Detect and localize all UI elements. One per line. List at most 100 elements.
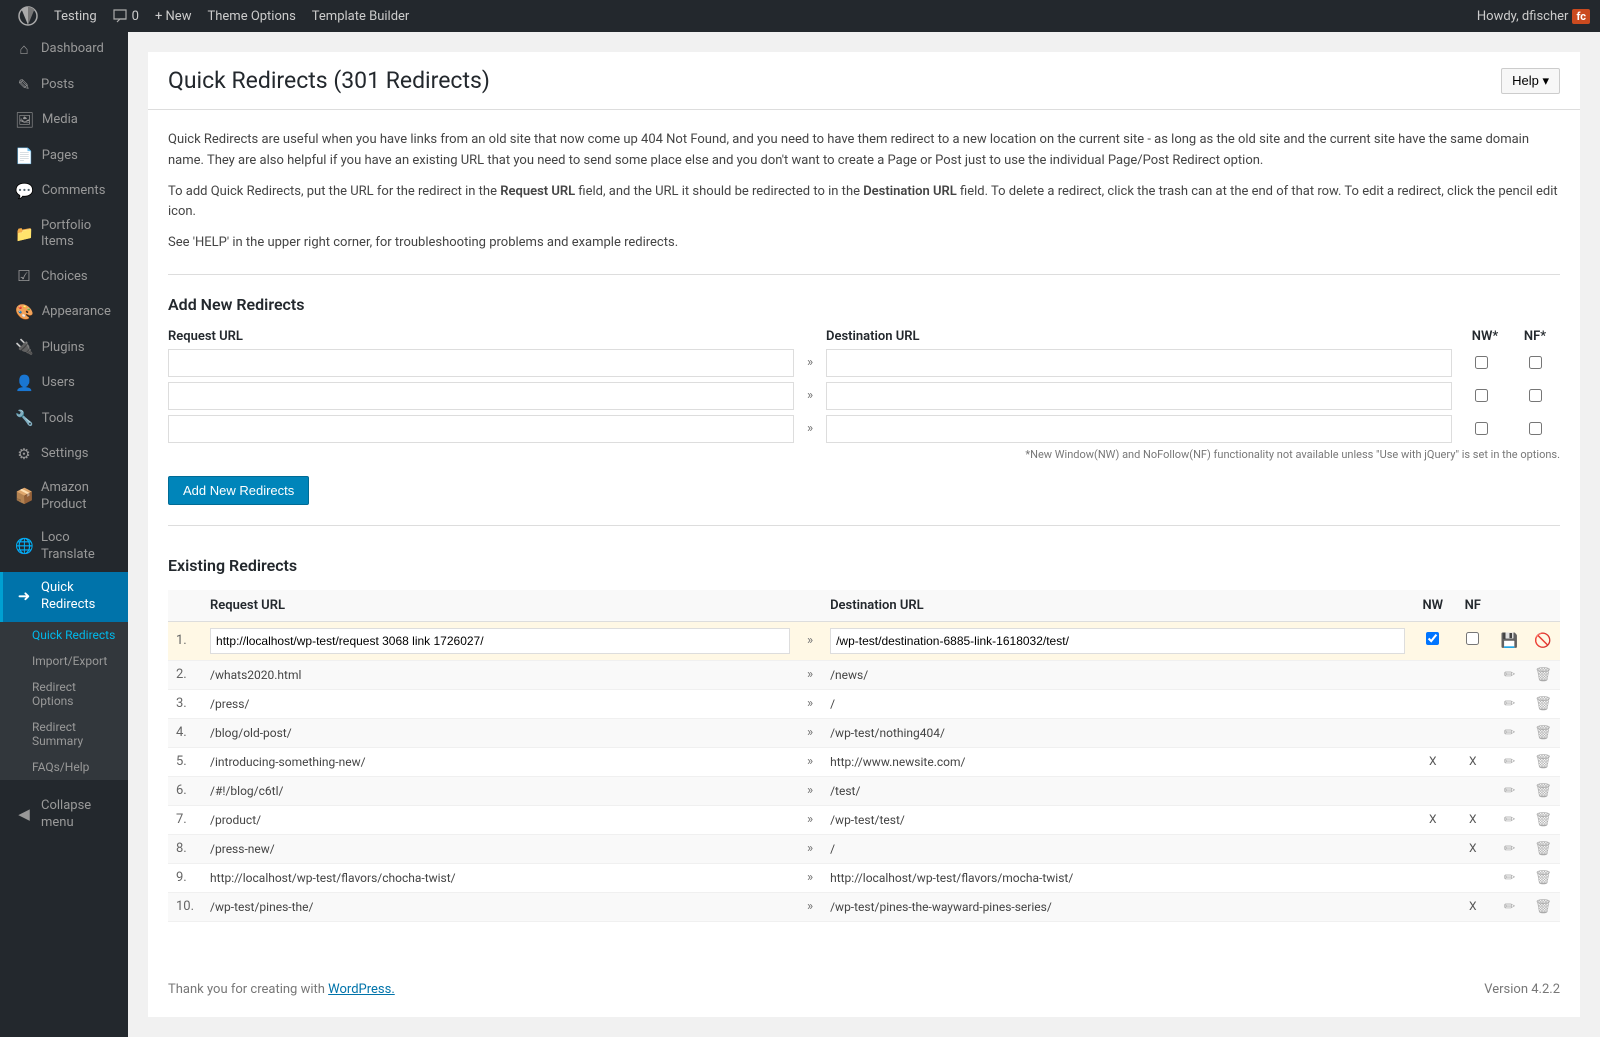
delete-cell[interactable]: 🗑 xyxy=(1526,776,1560,805)
edit-icon[interactable]: ✏ xyxy=(1504,754,1516,770)
dest-cell[interactable] xyxy=(822,621,1413,660)
fc-badge: fc xyxy=(1572,9,1590,24)
cancel-icon[interactable]: 🚫 xyxy=(1534,633,1551,649)
sidebar-item-appearance[interactable]: 🎨 Appearance xyxy=(0,295,128,331)
sidebar-item-choices[interactable]: ☑ Choices xyxy=(0,259,128,295)
new-content[interactable]: + New xyxy=(147,9,200,24)
edit-cell[interactable]: ✏ xyxy=(1493,834,1526,863)
nf-edit-checkbox[interactable] xyxy=(1466,632,1479,645)
edit-icon[interactable]: ✏ xyxy=(1504,841,1516,857)
delete-cell[interactable]: 🗑 xyxy=(1526,747,1560,776)
comment-count[interactable]: 0 xyxy=(105,9,147,24)
sidebar-item-portfolio-items[interactable]: 📁 Portfolio Items xyxy=(0,210,128,260)
save-icon[interactable]: 💾 xyxy=(1501,633,1518,649)
request-url-input-3[interactable] xyxy=(168,415,794,443)
delete-icon[interactable]: 🗑 xyxy=(1534,667,1552,683)
nw-checkbox-3[interactable] xyxy=(1475,422,1488,435)
edit-icon[interactable]: ✏ xyxy=(1504,870,1516,886)
nf-checkbox-2[interactable] xyxy=(1529,389,1542,402)
arrow-cell: » xyxy=(798,747,822,776)
sidebar-item-posts[interactable]: ✎ Posts xyxy=(0,68,128,104)
request-url-input-1[interactable] xyxy=(168,349,794,377)
cancel-cell[interactable]: 🚫 xyxy=(1526,621,1560,660)
sidebar-item-tools[interactable]: 🔧 Tools xyxy=(0,401,128,437)
row-num: 7. xyxy=(168,805,202,834)
edit-icon[interactable]: ✏ xyxy=(1504,899,1516,915)
edit-icon[interactable]: ✏ xyxy=(1504,725,1516,741)
delete-icon[interactable]: 🗑 xyxy=(1534,725,1552,741)
add-new-redirects-button[interactable]: Add New Redirects xyxy=(168,476,309,505)
site-name[interactable]: Testing xyxy=(46,9,105,24)
delete-icon[interactable]: 🗑 xyxy=(1534,812,1552,828)
delete-icon[interactable]: 🗑 xyxy=(1534,754,1552,770)
dest-cell: http://localhost/wp-test/flavors/mocha-t… xyxy=(822,863,1413,892)
submenu-redirect-summary[interactable]: Redirect Summary xyxy=(0,714,128,754)
edit-icon[interactable]: ✏ xyxy=(1504,696,1516,712)
delete-cell[interactable]: 🗑 xyxy=(1526,718,1560,747)
template-builder[interactable]: Template Builder xyxy=(304,9,418,24)
edit-icon[interactable]: ✏ xyxy=(1504,783,1516,799)
nw-checkbox-1[interactable] xyxy=(1475,356,1488,369)
submenu-faqs-help[interactable]: FAQs/Help xyxy=(0,754,128,780)
save-cell[interactable]: 💾 xyxy=(1493,621,1526,660)
edit-icon[interactable]: ✏ xyxy=(1504,667,1516,683)
nw-checkbox-2[interactable] xyxy=(1475,389,1488,402)
sidebar-item-label: Amazon Product xyxy=(41,480,116,514)
col-destination-header: Destination URL xyxy=(822,590,1413,622)
nf-cell xyxy=(1453,718,1493,747)
sidebar-item-plugins[interactable]: 🔌 Plugins xyxy=(0,330,128,366)
nw-cell xyxy=(1413,892,1453,921)
sidebar-item-comments[interactable]: 💬 Comments xyxy=(0,174,128,210)
nf-checkbox-1[interactable] xyxy=(1529,356,1542,369)
request-cell[interactable] xyxy=(202,621,798,660)
theme-options[interactable]: Theme Options xyxy=(199,9,303,24)
sidebar-item-label: Loco Translate xyxy=(41,530,116,564)
nf-cell xyxy=(1453,689,1493,718)
nw-edit-checkbox[interactable] xyxy=(1426,632,1439,645)
edit-cell[interactable]: ✏ xyxy=(1493,892,1526,921)
delete-cell[interactable]: 🗑 xyxy=(1526,660,1560,689)
media-icon: 🖼 xyxy=(15,111,34,131)
sidebar-item-settings[interactable]: ⚙ Settings xyxy=(0,437,128,473)
edit-cell[interactable]: ✏ xyxy=(1493,718,1526,747)
sidebar-item-pages[interactable]: 📄 Pages xyxy=(0,139,128,175)
col-nw-label: NW* xyxy=(1460,329,1510,344)
wp-logo-icon[interactable] xyxy=(10,6,46,26)
submenu-redirect-options[interactable]: Redirect Options xyxy=(0,674,128,714)
delete-icon[interactable]: 🗑 xyxy=(1534,841,1552,857)
submenu-quick-redirects[interactable]: Quick Redirects xyxy=(0,622,128,648)
delete-cell[interactable]: 🗑 xyxy=(1526,689,1560,718)
delete-icon[interactable]: 🗑 xyxy=(1534,783,1552,799)
delete-icon[interactable]: 🗑 xyxy=(1534,696,1552,712)
edit-cell[interactable]: ✏ xyxy=(1493,863,1526,892)
sidebar-item-quick-redirects[interactable]: ➜ Quick Redirects xyxy=(0,572,128,622)
delete-cell[interactable]: 🗑 xyxy=(1526,834,1560,863)
edit-cell[interactable]: ✏ xyxy=(1493,776,1526,805)
sidebar-item-loco-translate[interactable]: 🌐 Loco Translate xyxy=(0,522,128,572)
edit-cell[interactable]: ✏ xyxy=(1493,805,1526,834)
sidebar-item-amazon-product[interactable]: 📦 Amazon Product xyxy=(0,472,128,522)
delete-cell[interactable]: 🗑 xyxy=(1526,805,1560,834)
wordpress-link[interactable]: WordPress. xyxy=(328,982,395,997)
destination-url-input-2[interactable] xyxy=(826,382,1452,410)
destination-url-input-3[interactable] xyxy=(826,415,1452,443)
sidebar-item-dashboard[interactable]: ⌂ Dashboard xyxy=(0,32,128,68)
collapse-menu[interactable]: ◀ Collapse menu xyxy=(0,790,128,840)
request-url-input-2[interactable] xyxy=(168,382,794,410)
sidebar-item-media[interactable]: 🖼 Media xyxy=(0,103,128,139)
delete-cell[interactable]: 🗑 xyxy=(1526,863,1560,892)
nf-checkbox-3[interactable] xyxy=(1529,422,1542,435)
request-edit-input[interactable] xyxy=(210,628,790,654)
edit-cell[interactable]: ✏ xyxy=(1493,747,1526,776)
dest-edit-input[interactable] xyxy=(830,628,1405,654)
delete-cell[interactable]: 🗑 xyxy=(1526,892,1560,921)
destination-url-input-1[interactable] xyxy=(826,349,1452,377)
submenu-import-export[interactable]: Import/Export xyxy=(0,648,128,674)
help-button[interactable]: Help ▾ xyxy=(1501,68,1560,94)
delete-icon[interactable]: 🗑 xyxy=(1534,899,1552,915)
edit-icon[interactable]: ✏ xyxy=(1504,812,1516,828)
sidebar-item-users[interactable]: 👤 Users xyxy=(0,366,128,402)
edit-cell[interactable]: ✏ xyxy=(1493,660,1526,689)
delete-icon[interactable]: 🗑 xyxy=(1534,870,1552,886)
edit-cell[interactable]: ✏ xyxy=(1493,689,1526,718)
